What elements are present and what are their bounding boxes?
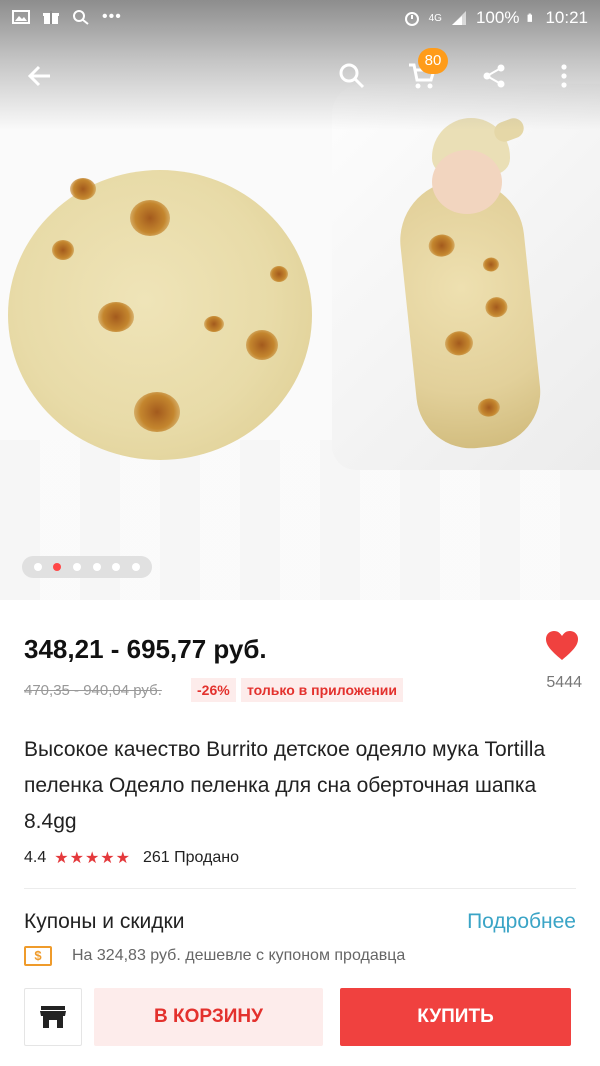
share-button[interactable] <box>470 48 518 104</box>
search-icon <box>339 63 365 89</box>
top-action-bar <box>0 48 600 104</box>
gallery-dot[interactable] <box>112 563 121 571</box>
product-title: Высокое качество Burrito детское одеяло … <box>24 738 546 833</box>
coupon-icon: $ <box>24 946 52 966</box>
clock: 10:21 <box>545 8 588 27</box>
more-icon: ••• <box>102 8 122 25</box>
gallery-dot[interactable] <box>33 563 42 571</box>
gift-icon <box>43 11 59 24</box>
search-button[interactable] <box>328 48 376 104</box>
battery-icon <box>528 13 533 22</box>
sold-count: 261 Продано <box>142 849 240 866</box>
gallery-dot[interactable] <box>132 563 141 571</box>
status-bar: ••• 4G 100% 10:21 <box>0 0 600 36</box>
add-to-cart-button[interactable]: В КОРЗИНУ <box>94 988 323 1046</box>
back-arrow-icon <box>27 65 50 87</box>
more-options-button[interactable] <box>540 48 588 104</box>
product-price: 348,21 - 695,77 руб. <box>24 634 267 664</box>
rating-row[interactable]: 4.4 ★★★★★ 261 Продано <box>24 848 239 868</box>
heart-icon[interactable] <box>544 630 580 662</box>
back-button[interactable] <box>16 48 64 104</box>
buy-now-button[interactable]: КУПИТЬ <box>340 988 571 1046</box>
gallery-dot-active[interactable] <box>53 563 62 571</box>
cart-count-badge: 80 <box>418 48 448 74</box>
coupons-title: Купоны и скидки <box>24 910 185 933</box>
discount-badge: -26% <box>191 678 236 702</box>
tortilla-blanket-image <box>8 170 312 460</box>
coupon-text: На 324,83 руб. дешевле с купоном продавц… <box>72 947 406 964</box>
app-only-badge: только в приложении <box>241 678 404 702</box>
network-label: 4G <box>428 12 442 24</box>
signal-icon <box>451 11 466 25</box>
gallery-pagination <box>22 556 152 578</box>
coupons-more-link[interactable]: Подробнее <box>467 910 576 934</box>
search-icon <box>73 10 89 25</box>
star-rating-icon: ★★★★★ <box>54 850 131 867</box>
baby-face-image <box>432 150 502 214</box>
store-icon <box>40 1006 66 1028</box>
share-icon <box>483 64 505 88</box>
store-button[interactable] <box>24 988 82 1046</box>
rating-value: 4.4 <box>24 849 47 866</box>
wishlist-count: 5444 <box>546 674 582 691</box>
battery-percent: 100% <box>475 8 520 27</box>
gallery-dot[interactable] <box>73 563 82 571</box>
divider <box>24 888 576 889</box>
more-vert-icon <box>561 64 567 88</box>
alarm-icon <box>404 12 419 26</box>
image-icon <box>12 10 30 24</box>
gallery-dot[interactable] <box>92 563 101 571</box>
original-price: 470,35 - 940,04 руб. <box>24 682 162 699</box>
